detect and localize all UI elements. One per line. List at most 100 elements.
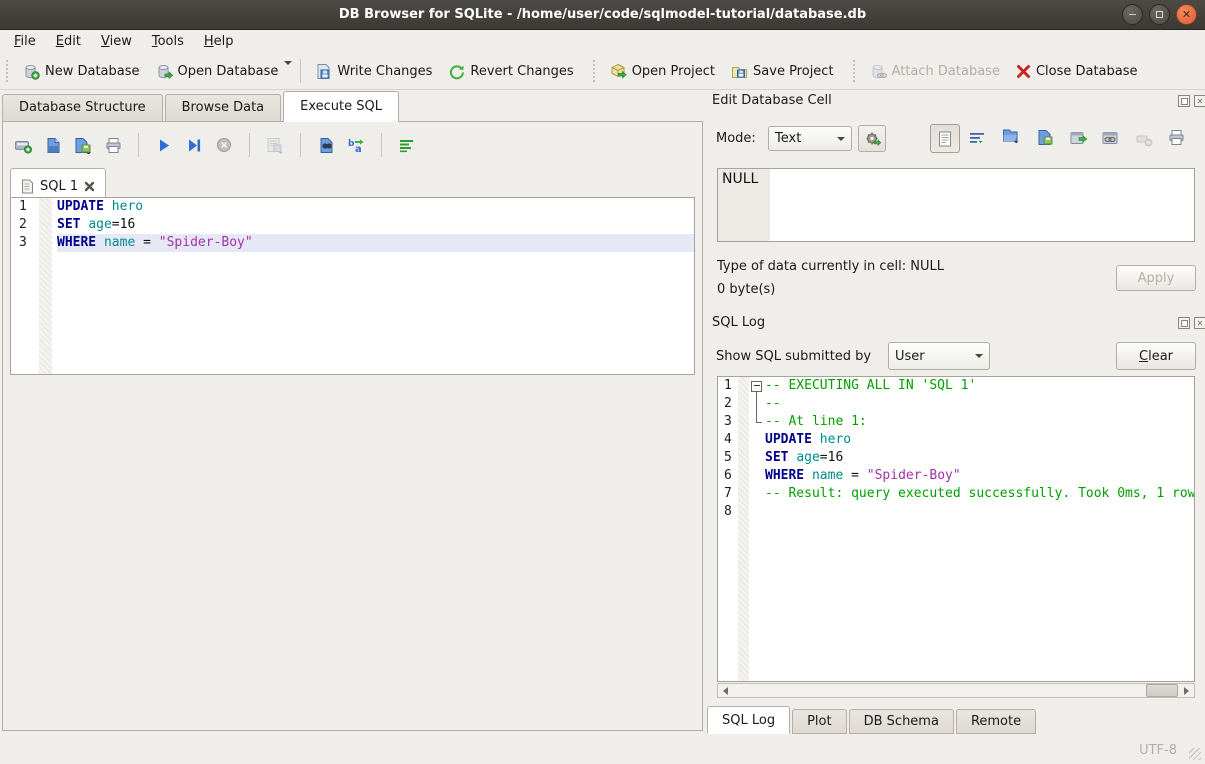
syntax-check-button[interactable]: b a: [345, 134, 367, 156]
mode-select[interactable]: Text: [768, 126, 852, 151]
open-project-icon: [610, 63, 627, 80]
clear-log-button[interactable]: Clear: [1116, 342, 1196, 370]
save-project-icon: [731, 63, 748, 80]
apply-button[interactable]: Apply: [1116, 265, 1196, 291]
editor-toolbar-separator: [300, 133, 301, 157]
code-line: 2SET age=16: [11, 216, 694, 234]
print-button[interactable]: [102, 134, 124, 156]
menu-tools[interactable]: Tools: [142, 31, 194, 52]
scroll-right-arrow[interactable]: [1179, 684, 1194, 697]
execute-all-icon: [157, 138, 172, 153]
tab-remote[interactable]: Remote: [956, 709, 1036, 734]
sql-document-tab[interactable]: SQL 1: [10, 168, 106, 198]
text-document-icon: [938, 131, 952, 147]
copy-link-button[interactable]: [1100, 127, 1122, 149]
menu-edit[interactable]: Edit: [46, 31, 91, 52]
open-database-label: Open Database: [178, 64, 279, 79]
minimize-button[interactable]: −: [1122, 4, 1143, 25]
float-dock-icon[interactable]: [1178, 95, 1190, 107]
main-toolbar: New Database Open Database Write Changes…: [0, 53, 1205, 90]
auto-switch-mode-button[interactable]: [858, 125, 886, 152]
menu-file[interactable]: File: [4, 31, 46, 52]
open-database-button[interactable]: Open Database: [148, 58, 287, 85]
execute-all-button[interactable]: [153, 134, 175, 156]
close-dock-icon[interactable]: ✕: [1194, 317, 1205, 329]
maximize-button[interactable]: [1149, 4, 1170, 25]
find-button[interactable]: [315, 134, 337, 156]
log-horizontal-scrollbar[interactable]: [717, 683, 1195, 698]
attach-database-label: Attach Database: [892, 64, 1000, 79]
format-sql-button[interactable]: [396, 134, 418, 156]
toolbar-separator: [300, 59, 301, 83]
new-database-label: New Database: [45, 64, 140, 79]
save-project-button[interactable]: Save Project: [723, 58, 842, 85]
chevron-down-icon: [975, 354, 983, 358]
toolbar-handle[interactable]: [592, 60, 599, 82]
close-dock-icon[interactable]: ✕: [1194, 95, 1205, 107]
open-sql-file-button[interactable]: [42, 134, 64, 156]
new-database-icon: [23, 63, 40, 80]
tab-plot[interactable]: Plot: [792, 709, 847, 734]
import-cell-data-button[interactable]: [1000, 125, 1022, 147]
tab-database-structure[interactable]: Database Structure: [2, 94, 163, 122]
stop-button[interactable]: [213, 134, 235, 156]
save-results-icon: [266, 137, 285, 154]
open-project-button[interactable]: Open Project: [602, 58, 723, 85]
svg-text:a: a: [355, 144, 362, 154]
print-cell-button[interactable]: [1165, 126, 1187, 148]
close-button[interactable]: ✕: [1176, 4, 1197, 25]
open-database-menu-caret[interactable]: [284, 61, 292, 65]
write-changes-button[interactable]: Write Changes: [307, 58, 440, 85]
print-icon: [105, 137, 122, 154]
encoding-indicator[interactable]: UTF-8: [1139, 743, 1177, 758]
code-line: 8: [718, 503, 1194, 521]
fold-line: [749, 413, 763, 431]
tab-sql-log[interactable]: SQL Log: [707, 706, 790, 734]
open-project-label: Open Project: [632, 64, 715, 79]
new-sql-tab-button[interactable]: [12, 134, 34, 156]
execute-line-button[interactable]: [183, 134, 205, 156]
line-number: 3: [718, 413, 738, 431]
tab-execute-sql[interactable]: Execute SQL: [283, 91, 399, 122]
log-filter-value: User: [895, 349, 925, 364]
float-dock-icon[interactable]: [1178, 317, 1190, 329]
sql-log-title: SQL Log: [712, 315, 765, 330]
scroll-left-arrow[interactable]: [718, 684, 733, 697]
menu-help[interactable]: Help: [194, 31, 244, 52]
cell-value-editor[interactable]: NULL: [717, 168, 1195, 242]
new-database-button[interactable]: New Database: [15, 58, 148, 85]
toolbar-handle[interactable]: [852, 60, 859, 82]
export-cell-data-button[interactable]: [1034, 126, 1056, 148]
tab-browse-data[interactable]: Browse Data: [165, 94, 282, 122]
tab-db-schema[interactable]: DB Schema: [849, 709, 954, 734]
menu-view[interactable]: View: [91, 31, 142, 52]
link-icon: [1102, 131, 1120, 146]
scrollbar-thumb[interactable]: [1146, 684, 1178, 697]
code-line: 5SET age=16: [718, 449, 1194, 467]
text-mode-toggle[interactable]: [930, 124, 960, 153]
close-sql-tab-icon[interactable]: [84, 181, 95, 192]
sql-editor[interactable]: 1UPDATE hero2SET age=163WHERE name = "Sp…: [10, 197, 695, 375]
open-in-app-button[interactable]: [1068, 127, 1090, 149]
cell-size-text: 0 byte(s): [717, 282, 775, 297]
log-filter-select[interactable]: User: [888, 342, 990, 370]
line-number: 4: [718, 431, 738, 449]
editor-toolbar-separator: [249, 133, 250, 157]
maximize-icon: [1156, 11, 1163, 18]
sql-tab-label: SQL 1: [40, 179, 78, 194]
line-number: 2: [718, 395, 738, 413]
toolbar-handle[interactable]: [5, 60, 12, 82]
word-wrap-button[interactable]: [966, 127, 988, 149]
revert-changes-button[interactable]: Revert Changes: [440, 58, 581, 85]
resize-grip-icon[interactable]: [1189, 748, 1201, 760]
save-results-button[interactable]: [264, 134, 286, 156]
editor-toolbar-separator: [138, 133, 139, 157]
close-database-button[interactable]: Close Database: [1008, 59, 1146, 84]
set-null-button[interactable]: [1133, 129, 1155, 151]
code-line: 1-- EXECUTING ALL IN 'SQL 1': [718, 377, 1194, 395]
edit-cell-title: Edit Database Cell: [712, 93, 832, 108]
sql-log-view[interactable]: 1-- EXECUTING ALL IN 'SQL 1'2--3-- At li…: [717, 376, 1195, 682]
fold-marker-icon[interactable]: [749, 377, 763, 395]
attach-database-button[interactable]: Attach Database: [862, 58, 1008, 85]
save-sql-file-button[interactable]: [72, 134, 94, 156]
